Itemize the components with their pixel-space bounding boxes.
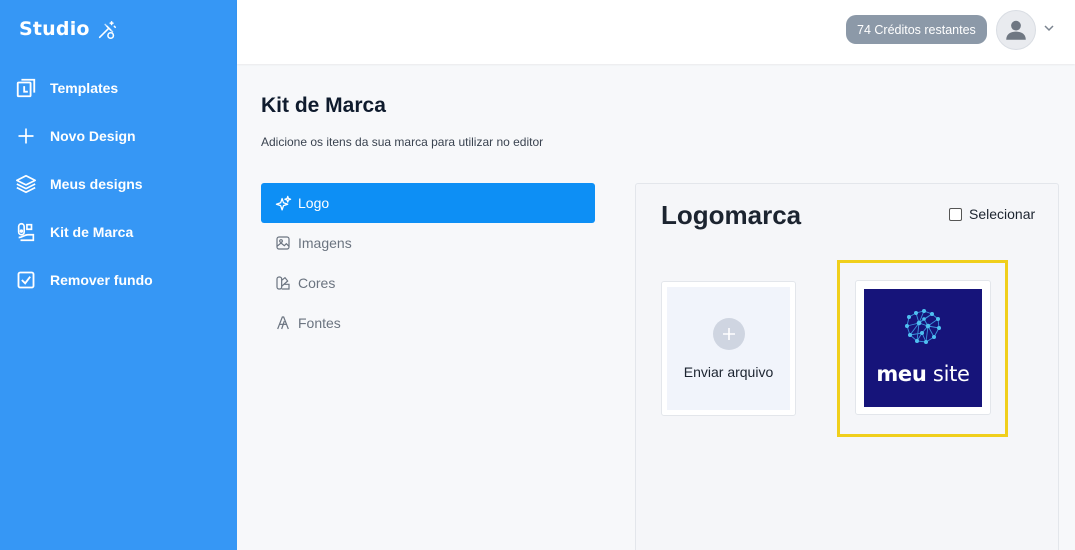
logo-card[interactable]: meu site [855,280,991,415]
menu-item-label: Logo [298,195,330,211]
brand-logo-image: meu site [864,289,982,407]
brand-kit-icon [15,221,37,243]
top-bar: 74 Créditos restantes [237,0,1075,64]
magic-wand-icon [98,20,116,40]
menu-item-label: Fontes [298,315,341,331]
menu-item-imagens[interactable]: Imagens [261,223,595,263]
plus-circle-icon [712,317,745,350]
select-toggle[interactable]: Selecionar [949,206,1035,222]
menu-item-label: Cores [298,275,336,291]
brand-kit-menu: Logo Imagens Cores Fontes [261,183,595,343]
user-avatar-button[interactable] [996,10,1036,50]
sidebar-item-label: Meus designs [50,176,143,192]
logo-word-regular: site [932,362,970,386]
upload-dropzone[interactable]: Enviar arquivo [667,287,790,410]
menu-item-cores[interactable]: Cores [261,263,595,303]
logo-word-bold: meu [876,362,927,386]
panel-title: Logomarca [661,200,802,230]
select-checkbox[interactable] [949,207,962,221]
sidebar-item-label: Remover fundo [50,272,153,288]
templates-icon [15,77,37,99]
sidebar-item-meus-designs[interactable]: Meus designs [0,160,237,208]
credits-badge[interactable]: 74 Créditos restantes [846,15,987,44]
chevron-down-icon[interactable] [1043,22,1055,34]
font-icon [274,314,292,332]
page-title: Kit de Marca [261,94,386,117]
menu-item-label: Imagens [298,235,352,251]
sidebar-nav: Templates Novo Design Meus designs Kit d… [0,64,237,304]
image-icon [274,234,292,252]
brand-logo[interactable]: Studio [19,16,118,41]
user-avatar-icon [1006,20,1026,40]
sidebar-item-templates[interactable]: Templates [0,64,237,112]
brand-name: Studio [19,17,90,40]
network-globe-icon [905,309,941,344]
logo-wordmark: meu site [864,362,982,386]
sparkle-icon [274,194,292,212]
sidebar-item-label: Kit de Marca [50,224,134,240]
sidebar-item-novo-design[interactable]: Novo Design [0,112,237,160]
menu-item-logo[interactable]: Logo [261,183,595,223]
upload-file-button[interactable]: Enviar arquivo [661,281,796,416]
sidebar-item-label: Novo Design [50,128,136,144]
sidebar-item-label: Templates [50,80,119,96]
layers-icon [15,173,37,195]
sidebar: Studio Templates Novo Design Meus design… [0,0,237,550]
palette-icon [274,274,292,292]
upload-label: Enviar arquivo [683,363,774,380]
page-subtitle: Adicione os itens da sua marca para util… [261,135,544,149]
logo-panel: Logomarca Selecionar Enviar arquivo meu … [635,183,1059,550]
select-label: Selecionar [969,206,1036,222]
checkbox-icon [15,269,37,291]
sidebar-item-kit-de-marca[interactable]: Kit de Marca [0,208,237,256]
plus-icon [15,125,37,147]
sidebar-item-remover-fundo[interactable]: Remover fundo [0,256,237,304]
menu-item-fontes[interactable]: Fontes [261,303,595,343]
